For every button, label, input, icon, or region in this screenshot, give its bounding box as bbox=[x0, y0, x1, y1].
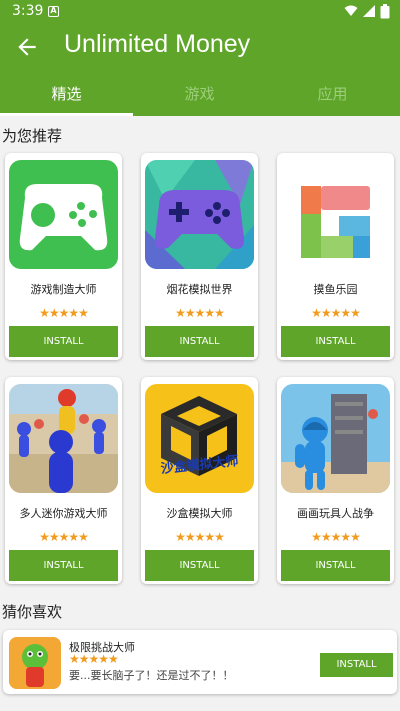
install-button[interactable]: INSTALL bbox=[145, 550, 254, 581]
app-name: 多人迷你游戏大师 bbox=[19, 507, 108, 520]
rating-stars: ★★★★★ bbox=[311, 530, 361, 544]
app-name: 画画玩具人战争 bbox=[297, 507, 374, 520]
install-button[interactable]: INSTALL bbox=[9, 326, 118, 357]
stickman-crowd-icon bbox=[9, 384, 118, 493]
wifi-icon bbox=[344, 5, 358, 16]
app-card[interactable]: 沙盒模拟大师 沙盒模拟大师 ★★★★★ INSTALL bbox=[141, 377, 258, 584]
tab-indicator bbox=[0, 113, 133, 116]
status-bar: 3:39 A bbox=[0, 0, 400, 24]
install-button[interactable]: INSTALL bbox=[281, 326, 390, 357]
app-bar: 3:39 A Unlimited Money 精选 游戏 应用 bbox=[0, 0, 400, 116]
green-character-icon bbox=[9, 637, 61, 689]
fireworks-gamepad-icon bbox=[145, 160, 254, 269]
battery-icon bbox=[380, 4, 390, 19]
app-name: 摸鱼乐园 bbox=[313, 283, 358, 296]
app-name: 沙盒模拟大师 bbox=[166, 507, 233, 520]
section-title-guess: 猜你喜欢 bbox=[2, 603, 63, 621]
app-description: 要...要长脑子了！还是过不了！！ bbox=[69, 669, 234, 682]
install-button[interactable]: INSTALL bbox=[320, 653, 393, 677]
app-card[interactable]: 游戏制造大师 ★★★★★ INSTALL bbox=[5, 153, 122, 360]
tab-featured[interactable]: 精选 bbox=[0, 72, 133, 116]
install-button[interactable]: INSTALL bbox=[145, 326, 254, 357]
tab-bar: 精选 游戏 应用 bbox=[0, 72, 400, 116]
app-name: 游戏制造大师 bbox=[30, 283, 97, 296]
rating-stars: ★★★★★ bbox=[69, 652, 119, 666]
rating-stars: ★★★★★ bbox=[175, 530, 225, 544]
blocks-icon bbox=[281, 160, 390, 269]
app-card[interactable]: 画画玩具人战争 ★★★★★ INSTALL bbox=[277, 377, 394, 584]
app-name: 烟花模拟世界 bbox=[166, 283, 233, 296]
tab-apps[interactable]: 应用 bbox=[266, 72, 399, 116]
sandbox-cube-icon: 沙盒模拟大师 bbox=[145, 384, 254, 493]
app-card[interactable]: 摸鱼乐园 ★★★★★ INSTALL bbox=[277, 153, 394, 360]
page-title: Unlimited Money bbox=[64, 30, 251, 58]
tab-games[interactable]: 游戏 bbox=[133, 72, 266, 116]
rating-stars: ★★★★★ bbox=[39, 530, 89, 544]
rating-stars: ★★★★★ bbox=[311, 306, 361, 320]
blue-stickman-icon bbox=[281, 384, 390, 493]
rating-stars: ★★★★★ bbox=[175, 306, 225, 320]
gamepad-icon bbox=[9, 160, 118, 269]
install-button[interactable]: INSTALL bbox=[281, 550, 390, 581]
app-card[interactable]: 多人迷你游戏大师 ★★★★★ INSTALL bbox=[5, 377, 122, 584]
rating-stars: ★★★★★ bbox=[39, 306, 89, 320]
status-time: 3:39 bbox=[12, 3, 44, 19]
notification-icon: A bbox=[48, 6, 59, 17]
app-card[interactable]: 烟花模拟世界 ★★★★★ INSTALL bbox=[141, 153, 258, 360]
list-item[interactable]: 极限挑战大师 ★★★★★ 要...要长脑子了！还是过不了！！ INSTALL bbox=[3, 630, 397, 694]
install-button[interactable]: INSTALL bbox=[9, 550, 118, 581]
signal-icon bbox=[363, 5, 375, 17]
back-arrow-icon[interactable] bbox=[14, 34, 40, 60]
section-title-recommended: 为您推荐 bbox=[2, 127, 63, 145]
